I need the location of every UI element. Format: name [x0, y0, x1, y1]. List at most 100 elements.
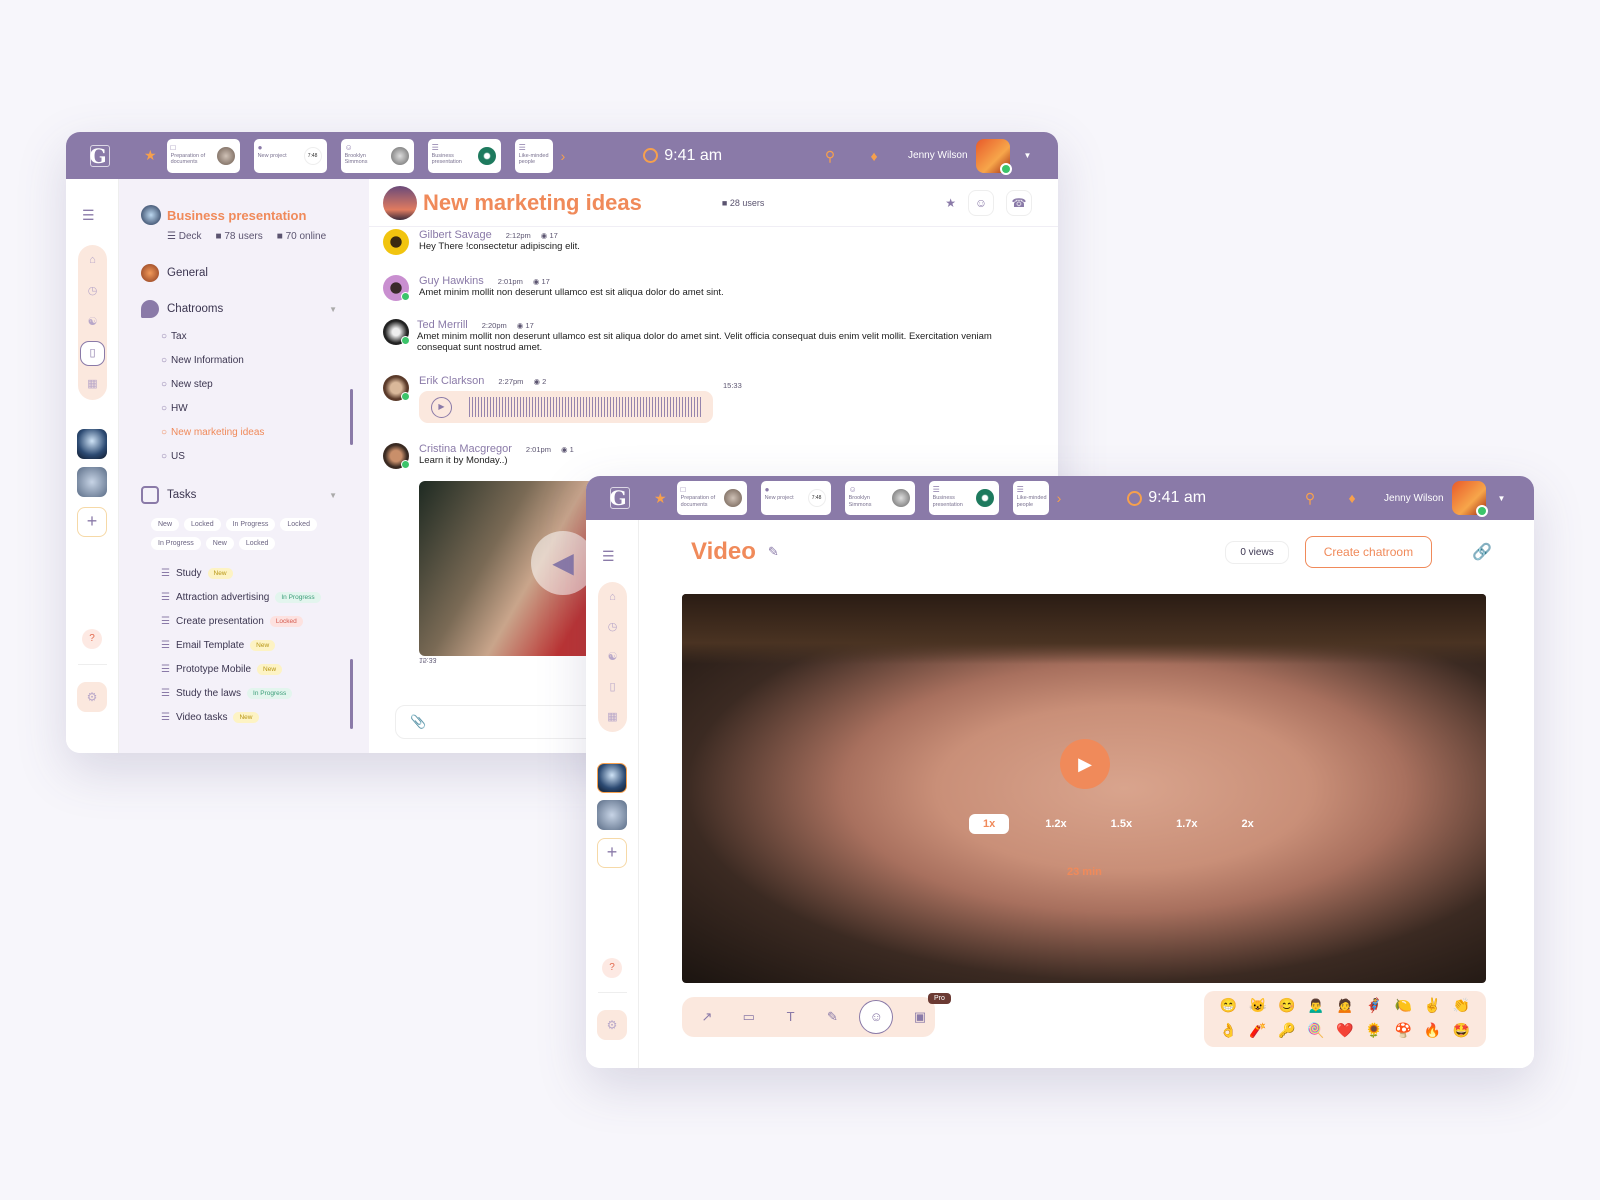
history-icon[interactable]: ◷ — [78, 276, 107, 307]
emoji[interactable]: 😁 — [1214, 997, 1243, 1016]
history-icon[interactable]: ◷ — [598, 612, 627, 642]
tab-business-presentation[interactable]: ☰ Business presentation — [427, 138, 501, 173]
pencil-tool-icon[interactable]: ✎ — [817, 1002, 847, 1032]
add-user-button[interactable]: ☺ — [968, 189, 994, 216]
emoji[interactable]: 🙍 — [1330, 997, 1359, 1016]
emoji[interactable]: 🍋 — [1389, 997, 1418, 1016]
add-workspace-button[interactable]: + — [597, 838, 627, 868]
emoji[interactable]: 🦸 — [1360, 997, 1389, 1016]
chatroom-item[interactable]: HW — [161, 403, 347, 414]
chatroom-item[interactable]: US — [161, 451, 347, 462]
gear-icon[interactable]: ⚙ — [77, 682, 107, 712]
book-icon[interactable]: ▯ — [80, 341, 105, 366]
emoji[interactable]: 🤩 — [1447, 1022, 1476, 1041]
tab-business-presentation[interactable]: ☰ Business presentation — [928, 481, 999, 515]
workspace-header[interactable]: Business presentation — [141, 205, 347, 225]
voice-player[interactable]: ▶ — [419, 391, 713, 423]
pro-feature-icon[interactable]: ▦ — [78, 369, 107, 400]
avatar[interactable] — [383, 319, 410, 345]
group-icon[interactable]: ☯ — [78, 307, 107, 338]
sender-name[interactable]: Erik Clarkson — [419, 375, 484, 387]
rectangle-tool-icon[interactable]: ▭ — [734, 1002, 764, 1032]
link-icon[interactable]: 🔗 — [1472, 542, 1492, 562]
tab-brooklyn-simmons[interactable]: ☺ Brooklyn Simmons — [340, 138, 414, 173]
scrollbar[interactable] — [350, 659, 353, 729]
tab-brooklyn-simmons[interactable]: ☺ Brooklyn Simmons — [844, 481, 915, 515]
task-item[interactable]: Email TemplateNew — [161, 640, 347, 651]
avatar[interactable] — [383, 375, 410, 401]
workspace-avatar[interactable] — [597, 800, 627, 830]
chevron-down-icon[interactable]: ▼ — [329, 305, 337, 314]
pencil-icon[interactable]: ✎ — [768, 544, 779, 560]
emoji[interactable]: 🍭 — [1301, 1022, 1330, 1041]
bell-icon[interactable]: ♦ — [1344, 490, 1360, 506]
sender-name[interactable]: Cristina Macgregor — [419, 443, 512, 455]
pin-icon[interactable]: ★ — [654, 490, 667, 507]
group-icon[interactable]: ☯ — [598, 642, 627, 672]
play-button[interactable]: ▶ — [1060, 739, 1110, 789]
pin-icon[interactable]: ★ — [945, 196, 956, 210]
speed-option[interactable]: 2x — [1234, 814, 1262, 834]
emoji[interactable]: 👏 — [1447, 997, 1476, 1016]
tasks-section[interactable]: Tasks ▼ — [141, 486, 347, 504]
tab-preparation-of-documents[interactable]: □ Preparation of documents — [166, 138, 240, 173]
task-item[interactable]: Study the lawsIn Progress — [161, 688, 347, 699]
pin-icon[interactable]: ★ — [144, 147, 157, 164]
chevron-down-icon[interactable]: ▼ — [1024, 151, 1032, 160]
user-name[interactable]: Jenny Wilson — [908, 150, 967, 161]
speed-option[interactable]: 1.7x — [1168, 814, 1205, 834]
tab-preparation-of-documents[interactable]: □ Preparation of documents — [676, 481, 747, 515]
emoji[interactable]: ✌️ — [1418, 997, 1447, 1016]
task-item[interactable]: StudyNew — [161, 568, 347, 579]
filter-chip[interactable]: New — [151, 518, 180, 531]
book-icon[interactable]: ▯ — [598, 672, 627, 702]
emoji[interactable]: ❤️ — [1330, 1022, 1359, 1041]
chatroom-item[interactable]: New Information — [161, 355, 347, 366]
chevron-right-icon[interactable]: › — [561, 148, 566, 164]
filter-chip[interactable]: Locked — [280, 518, 317, 531]
pro-feature-icon[interactable]: ▦ — [598, 702, 627, 732]
app-logo[interactable]: G — [598, 481, 638, 515]
task-item[interactable]: Prototype MobileNew — [161, 664, 347, 675]
help-icon[interactable]: ? — [82, 629, 102, 649]
waveform[interactable] — [469, 397, 703, 417]
gear-icon[interactable]: ⚙ — [597, 1010, 627, 1040]
user-name[interactable]: Jenny Wilson — [1384, 493, 1443, 504]
emoji[interactable]: 😊 — [1272, 997, 1301, 1016]
play-icon[interactable]: ▶ — [431, 397, 452, 418]
create-chatroom-button[interactable]: Create chatroom — [1304, 536, 1433, 568]
emoji[interactable]: 🌻 — [1360, 1022, 1389, 1041]
app-logo[interactable]: G — [78, 139, 118, 173]
text-tool-icon[interactable]: T — [776, 1002, 806, 1032]
chatroom-item[interactable]: Tax — [161, 331, 347, 342]
speed-option[interactable]: 1.5x — [1103, 814, 1140, 834]
workspace-avatar[interactable] — [597, 763, 627, 793]
chevron-down-icon[interactable]: ▼ — [1498, 494, 1506, 503]
tab-new-project[interactable]: ● New project 7:48 — [253, 138, 327, 173]
avatar[interactable] — [975, 138, 1012, 175]
speed-option-selected[interactable]: 1x — [969, 814, 1010, 834]
menu-icon[interactable]: ☰ — [602, 548, 615, 565]
filter-chip[interactable]: In Progress — [225, 518, 276, 531]
workspace-avatar[interactable] — [77, 467, 107, 497]
search-icon[interactable]: ⚲ — [1302, 490, 1318, 506]
speed-option[interactable]: 1.2x — [1037, 814, 1074, 834]
home-icon[interactable]: ⌂ — [78, 245, 107, 276]
filter-chip[interactable]: New — [205, 537, 234, 550]
sender-name[interactable]: Guy Hawkins — [419, 275, 484, 287]
filter-chip[interactable]: Locked — [184, 518, 221, 531]
tab-like-minded-people[interactable]: ☰ Like-minded people — [1012, 481, 1049, 515]
avatar[interactable] — [1451, 481, 1488, 517]
chevron-right-icon[interactable]: › — [1057, 490, 1062, 506]
task-item[interactable]: Video tasksNew — [161, 712, 347, 723]
avatar[interactable] — [383, 229, 409, 255]
help-icon[interactable]: ? — [602, 958, 622, 978]
task-item[interactable]: Create presentationLocked — [161, 616, 347, 627]
bell-icon[interactable]: ♦ — [866, 148, 882, 164]
arrow-tool-icon[interactable]: ↗ — [692, 1002, 722, 1032]
emoji[interactable]: 🔥 — [1418, 1022, 1447, 1041]
home-icon[interactable]: ⌂ — [598, 582, 627, 612]
workspace-avatar[interactable] — [77, 429, 107, 459]
scrollbar[interactable] — [350, 389, 353, 445]
attach-icon[interactable]: 📎 — [410, 714, 426, 730]
